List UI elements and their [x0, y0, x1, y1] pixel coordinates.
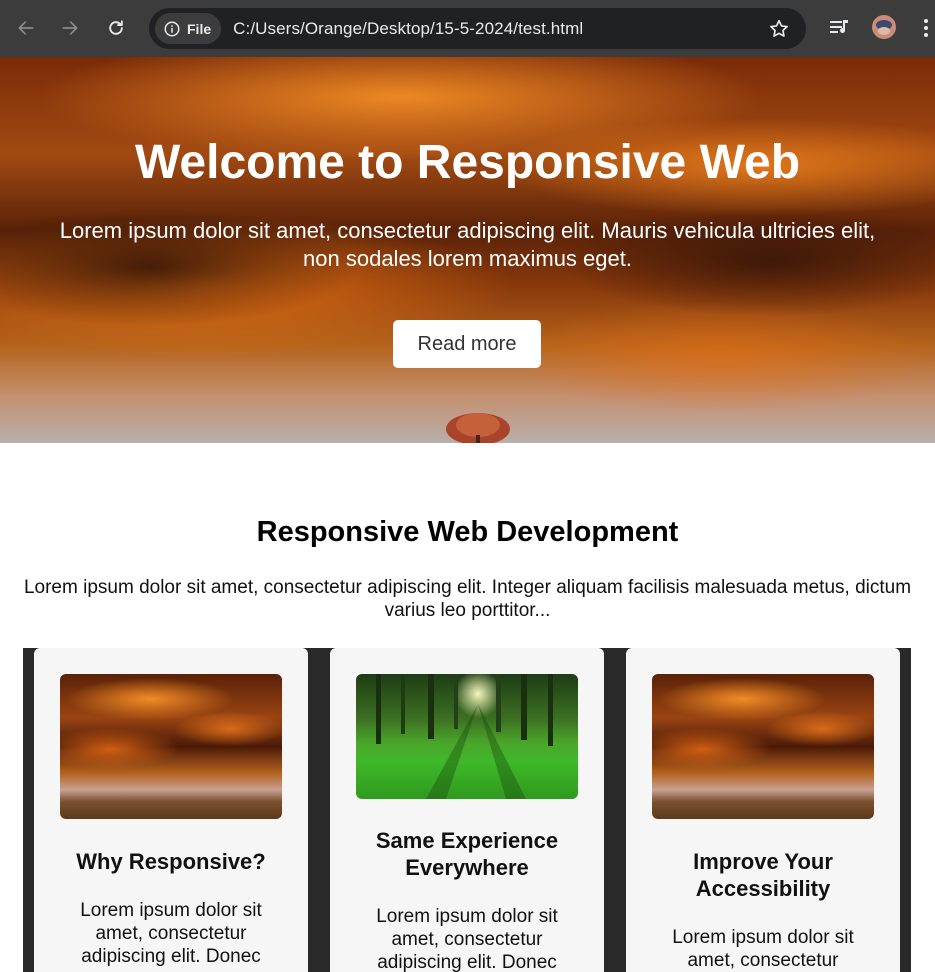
forward-button[interactable] [56, 14, 84, 42]
hero-banner: Welcome to Responsive Web Lorem ipsum do… [0, 57, 935, 443]
card-text: Lorem ipsum dolor sit amet, consectetur … [80, 900, 262, 967]
hero-description: Lorem ipsum dolor sit amet, consectetur … [59, 218, 876, 271]
read-more-button[interactable]: Read more [393, 320, 541, 368]
card-sunset-image [652, 674, 874, 819]
profile-avatar-icon[interactable] [871, 14, 897, 40]
card-text: Lorem ipsum dolor sit amet, consectetur [672, 927, 854, 971]
browser-toolbar: File C:/Users/Orange/Desktop/15-5-2024/t… [0, 0, 935, 57]
bookmark-star-icon[interactable] [768, 18, 790, 40]
card-why-responsive: Why Responsive? Lorem ipsum dolor sit am… [34, 648, 308, 972]
back-arrow-icon [18, 21, 34, 35]
address-bar[interactable]: File C:/Users/Orange/Desktop/15-5-2024/t… [149, 8, 806, 49]
browser-menu-icon[interactable] [920, 16, 932, 40]
forward-arrow-icon [62, 21, 78, 35]
site-info-label: File [187, 20, 212, 37]
reload-icon [109, 20, 123, 35]
card-accessibility: Improve Your Accessibility Lorem ipsum d… [626, 648, 900, 972]
card-forest-image [356, 674, 578, 799]
card-text: Lorem ipsum dolor sit amet, consectetur … [376, 906, 558, 972]
card-title: Why Responsive? [76, 849, 266, 874]
reload-button[interactable] [102, 14, 130, 42]
url-text[interactable]: C:/Users/Orange/Desktop/15-5-2024/test.h… [233, 19, 583, 39]
hero-tree-image [446, 413, 510, 443]
back-button[interactable] [12, 14, 40, 42]
site-info-chip[interactable]: File [155, 13, 222, 44]
media-queue-icon[interactable] [828, 16, 852, 40]
cards-container: Why Responsive? Lorem ipsum dolor sit am… [23, 648, 911, 972]
section-description: Lorem ipsum dolor sit amet, consectetur … [23, 577, 912, 621]
card-title: Same Experience Everywhere [375, 828, 559, 880]
section-title: Responsive Web Development [256, 516, 679, 548]
hero-title: Welcome to Responsive Web [134, 136, 801, 189]
forest-trees-graphic [376, 674, 553, 799]
card-title: Improve Your Accessibility [693, 849, 833, 901]
info-icon [164, 21, 180, 36]
card-same-experience: Same Experience Everywhere Lorem ipsum d… [330, 648, 604, 972]
card-sunset-image [60, 674, 282, 819]
